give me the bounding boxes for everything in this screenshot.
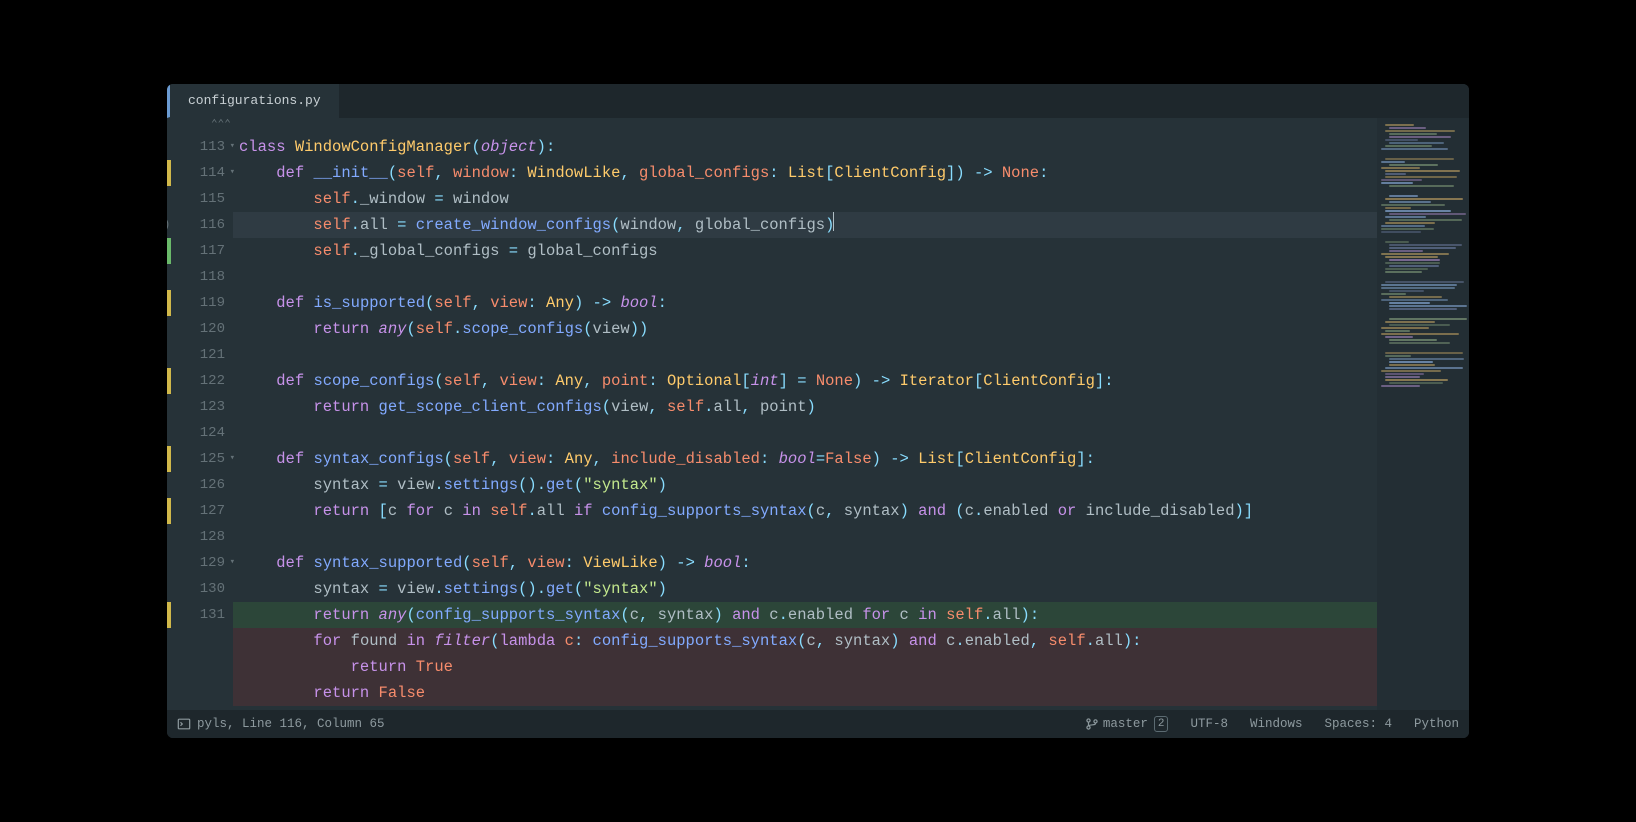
- gutter-change-marker: [167, 446, 171, 472]
- code-line[interactable]: self._window = window: [233, 186, 1377, 212]
- code-line[interactable]: [233, 342, 1377, 368]
- code-line[interactable]: return True: [233, 654, 1377, 680]
- code-line[interactable]: return get_scope_client_configs(view, se…: [233, 394, 1377, 420]
- line-number: 127: [200, 503, 225, 519]
- code-line[interactable]: def syntax_configs(self, view: Any, incl…: [233, 446, 1377, 472]
- gutter-change-marker: [167, 290, 171, 316]
- line-number-row[interactable]: 123: [167, 394, 233, 420]
- line-number: 130: [200, 581, 225, 597]
- line-number-row[interactable]: 118: [167, 264, 233, 290]
- line-number: 114: [200, 165, 225, 181]
- editor-body: ⌃⌃⌃ 113▾114▾ 115 () 116 117 118 119 120 121 122 12…: [167, 118, 1469, 710]
- gutter-change-marker: [167, 238, 171, 264]
- line-number: 131: [200, 607, 225, 623]
- git-branch-icon: [1085, 717, 1099, 731]
- code-line[interactable]: def syntax_supported(self, view: ViewLik…: [233, 550, 1377, 576]
- code-line[interactable]: def scope_configs(self, view: Any, point…: [233, 368, 1377, 394]
- file-tab[interactable]: configurations.py: [167, 84, 339, 118]
- line-number-row[interactable]: 128: [167, 524, 233, 550]
- code-line[interactable]: def is_supported(self, view: Any) -> boo…: [233, 290, 1377, 316]
- line-number: 118: [200, 269, 225, 285]
- status-cursor-position[interactable]: pyls, Line 116, Column 65: [197, 717, 385, 731]
- gutter-bracket-marker: (): [167, 217, 171, 232]
- code-line[interactable]: for found in filter(lambda c: config_sup…: [233, 628, 1377, 654]
- line-number: 117: [200, 243, 225, 259]
- code-line[interactable]: self.all = create_window_configs(window,…: [233, 212, 1377, 238]
- line-number: 123: [200, 399, 225, 415]
- line-number-row[interactable]: [167, 680, 233, 706]
- line-number-row[interactable]: () 116: [167, 212, 233, 238]
- git-branch-name: master: [1103, 717, 1148, 731]
- editor-window: configurations.py ⌃⌃⌃ 113▾114▾ 115 () 116 11…: [167, 84, 1469, 738]
- line-number: 129: [200, 555, 225, 571]
- status-line-endings[interactable]: Windows: [1250, 717, 1303, 731]
- line-number: 121: [200, 347, 225, 363]
- line-number: 128: [200, 529, 225, 545]
- terminal-icon[interactable]: [177, 717, 191, 731]
- gutter-change-marker: [167, 368, 171, 394]
- tab-bar-empty-area[interactable]: [339, 84, 1469, 118]
- status-git-branch[interactable]: master 2: [1085, 716, 1169, 732]
- status-indentation[interactable]: Spaces: 4: [1324, 717, 1392, 731]
- code-line[interactable]: syntax = view.settings().get("syntax"): [233, 472, 1377, 498]
- gutter-change-marker: [167, 160, 171, 186]
- code-line[interactable]: syntax = view.settings().get("syntax"): [233, 576, 1377, 602]
- code-line[interactable]: class WindowConfigManager(object):: [233, 134, 1377, 160]
- code-line[interactable]: [233, 264, 1377, 290]
- status-language[interactable]: Python: [1414, 717, 1459, 731]
- line-number-row[interactable]: 120: [167, 316, 233, 342]
- gutter-change-marker: [167, 602, 171, 628]
- code-line[interactable]: return any(config_supports_syntax(c, syn…: [233, 602, 1377, 628]
- line-number-row[interactable]: 129▾: [167, 550, 233, 576]
- code-line[interactable]: [233, 420, 1377, 446]
- line-number-row[interactable]: 125▾: [167, 446, 233, 472]
- line-number: 125: [200, 451, 225, 467]
- gutter-change-marker: [167, 498, 171, 524]
- line-number-row[interactable]: 126: [167, 472, 233, 498]
- line-number-row[interactable]: [167, 654, 233, 680]
- code-line[interactable]: self._global_configs = global_configs: [233, 238, 1377, 264]
- line-number-row[interactable]: 127: [167, 498, 233, 524]
- gutter[interactable]: ⌃⌃⌃ 113▾114▾ 115 () 116 117 118 119 120 121 122 12…: [167, 118, 233, 710]
- line-number: 124: [200, 425, 225, 441]
- line-number-row[interactable]: 122: [167, 368, 233, 394]
- line-number: 126: [200, 477, 225, 493]
- code-line[interactable]: return False: [233, 680, 1377, 706]
- gutter-collapsed-indicator: ⌃⌃⌃: [167, 120, 233, 134]
- line-number-row[interactable]: [167, 628, 233, 654]
- line-number: 122: [200, 373, 225, 389]
- line-number: 113: [200, 139, 225, 155]
- line-number: 115: [200, 191, 225, 207]
- git-changes-badge: 2: [1154, 716, 1169, 732]
- line-number-row[interactable]: 113▾: [167, 134, 233, 160]
- code-line[interactable]: [233, 524, 1377, 550]
- line-number: 119: [200, 295, 225, 311]
- code-line[interactable]: def __init__(self, window: WindowLike, g…: [233, 160, 1377, 186]
- line-number: 120: [200, 321, 225, 337]
- code-area[interactable]: class WindowConfigManager(object): def _…: [233, 118, 1377, 710]
- tab-bar: configurations.py: [167, 84, 1469, 118]
- line-number-row[interactable]: 131: [167, 602, 233, 628]
- line-number-row[interactable]: 119: [167, 290, 233, 316]
- line-number-row[interactable]: 121: [167, 342, 233, 368]
- line-number-row[interactable]: 130: [167, 576, 233, 602]
- tab-filename: configurations.py: [188, 93, 321, 108]
- line-number-row[interactable]: 117: [167, 238, 233, 264]
- status-bar: pyls, Line 116, Column 65 master 2 UTF-8…: [167, 710, 1469, 738]
- minimap[interactable]: [1377, 118, 1469, 710]
- code-line[interactable]: return any(self.scope_configs(view)): [233, 316, 1377, 342]
- line-number-row[interactable]: 114▾: [167, 160, 233, 186]
- line-number: 116: [200, 217, 225, 233]
- status-encoding[interactable]: UTF-8: [1190, 717, 1228, 731]
- line-number-row[interactable]: 124: [167, 420, 233, 446]
- code-line[interactable]: return [c for c in self.all if config_su…: [233, 498, 1377, 524]
- line-number-row[interactable]: 115: [167, 186, 233, 212]
